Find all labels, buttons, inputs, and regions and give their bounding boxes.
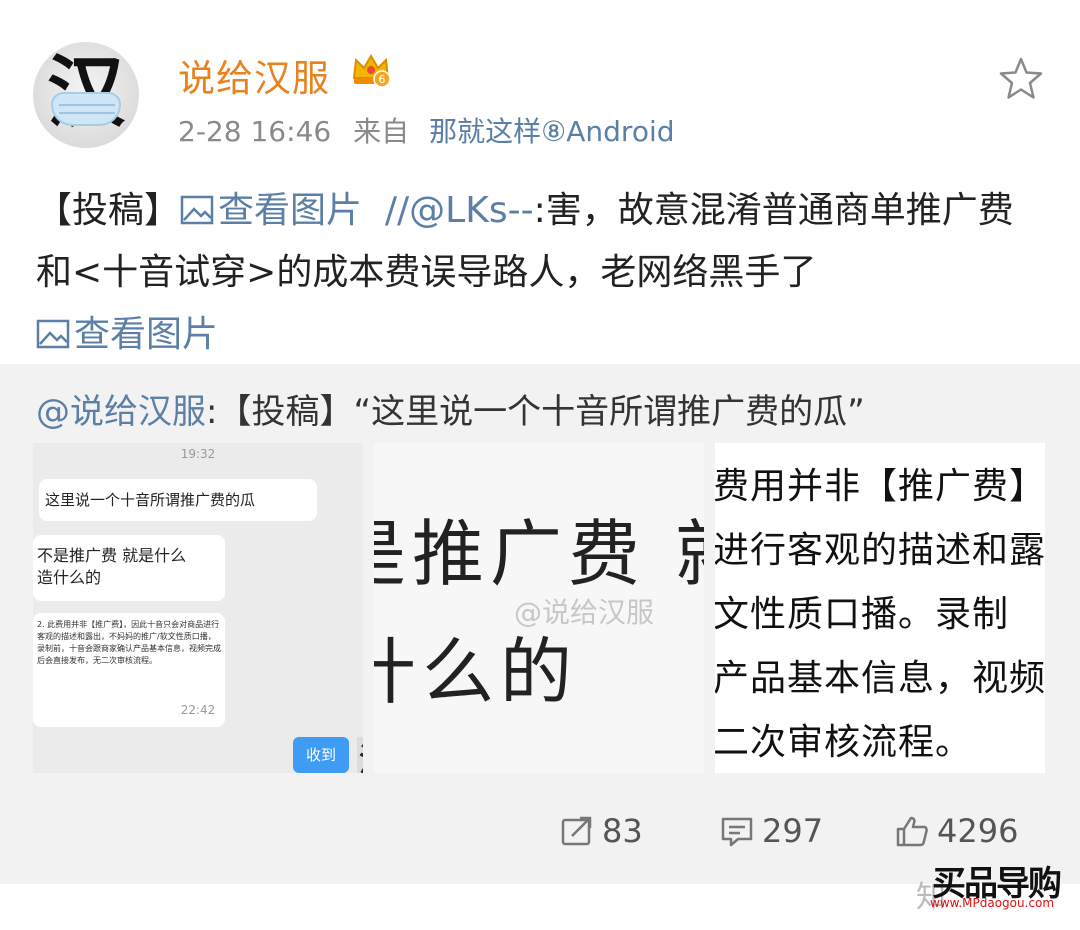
comment-button[interactable]: 297 (720, 812, 823, 850)
thumb3-line-1: 费用并非【推广费】 (715, 466, 1045, 507)
received-bubble: 收到 (293, 737, 349, 773)
chat-time-bottom: 22:42 (180, 703, 216, 717)
avatar[interactable]: 汉 (33, 42, 139, 148)
weibo-post: 汉 说给汉服 6 2-28 16:46来自那就这样⑧Android 【投稿】查看… (0, 0, 1080, 930)
thumb3-line-4: 产品基本信息，视频 (715, 658, 1045, 699)
vip-crown-icon[interactable]: 6 (350, 48, 392, 90)
like-button[interactable]: 4296 (895, 812, 1018, 850)
view-images-link[interactable]: 查看图片 (180, 190, 362, 231)
chat-bubble-2: 不是推广费 就是什么 造什么的 (33, 535, 225, 601)
image-icon (36, 319, 70, 349)
source-link[interactable]: 那就这样⑧Android (429, 115, 674, 148)
image-icon (180, 195, 214, 225)
chat-avatar-glyph: 汉 (359, 737, 363, 773)
chat-bubble-1: 这里说一个十音所谓推广费的瓜 (39, 479, 317, 521)
post-content: 【投稿】 查看图片 //@LKs--:害，故意混淆普通商单推广费和<十音试穿>的成… (36, 180, 1046, 366)
comment-count: 297 (762, 812, 824, 850)
chat-avatar: 汉 (357, 737, 363, 773)
source-prefix: 来自 (353, 115, 410, 148)
view-images-link-2[interactable]: 查看图片 (36, 314, 218, 355)
zoom-text-line-1: 是推广费 就 (374, 512, 704, 596)
thumb3-line-5: 二次审核流程。 (715, 722, 973, 763)
zoom-text-line-2: 什么的 (374, 630, 579, 714)
timestamp: 2-28 16:46 (178, 115, 332, 148)
username[interactable]: 说给汉服 (178, 48, 330, 102)
thumb3-line-3: 文性质口播。录制 (715, 594, 1010, 635)
repost-icon (561, 816, 592, 846)
thumb3-line-2: 进行客观的描述和露 (715, 530, 1045, 571)
vip-level: 6 (379, 73, 386, 86)
thumbs-up-icon (896, 816, 928, 847)
repost-button[interactable]: 83 (560, 812, 643, 850)
repost-count: 83 (602, 812, 643, 850)
like-count: 4296 (937, 812, 1019, 850)
comment-icon (721, 817, 753, 847)
chat-time-top: 19:32 (180, 447, 216, 461)
repost-user-link[interactable]: //@LKs-- (385, 190, 534, 231)
image-thumbnail-3[interactable]: 费用并非【推广费】 进行客观的描述和露 文性质口播。录制 产品基本信息，视频 二… (715, 443, 1045, 773)
brand-url: www.MPdaogou.com (930, 896, 1055, 910)
chat-bubble-2-line2: 造什么的 (37, 568, 102, 587)
repost-at-user[interactable]: @说给汉服 (36, 392, 206, 432)
post-meta: 2-28 16:46 来自 那就这样⑧Android (178, 110, 675, 150)
avatar-mask (51, 92, 121, 126)
view-images-label-2: 查看图片 (74, 314, 219, 355)
image-thumbnail-1[interactable]: 19:32 这里说一个十音所谓推广费的瓜 不是推广费 就是什么 造什么的 2. … (33, 443, 363, 773)
brand-logo: 买品导购 www.MPdaogou.com (916, 856, 1066, 916)
chat-bubble-2-line1: 不是推广费 就是什么 (37, 546, 187, 565)
repost-text: @说给汉服:【投稿】“这里说一个十音所谓推广费的瓜” (36, 384, 865, 433)
repost-body: :【投稿】“这里说一个十音所谓推广费的瓜” (206, 392, 865, 432)
content-tag: 【投稿】 (36, 190, 181, 231)
image-thumbnail-2[interactable]: 是推广费 就 @说给汉服 什么的 (374, 443, 704, 773)
view-images-label: 查看图片 (218, 190, 363, 231)
star-icon[interactable] (996, 54, 1046, 104)
